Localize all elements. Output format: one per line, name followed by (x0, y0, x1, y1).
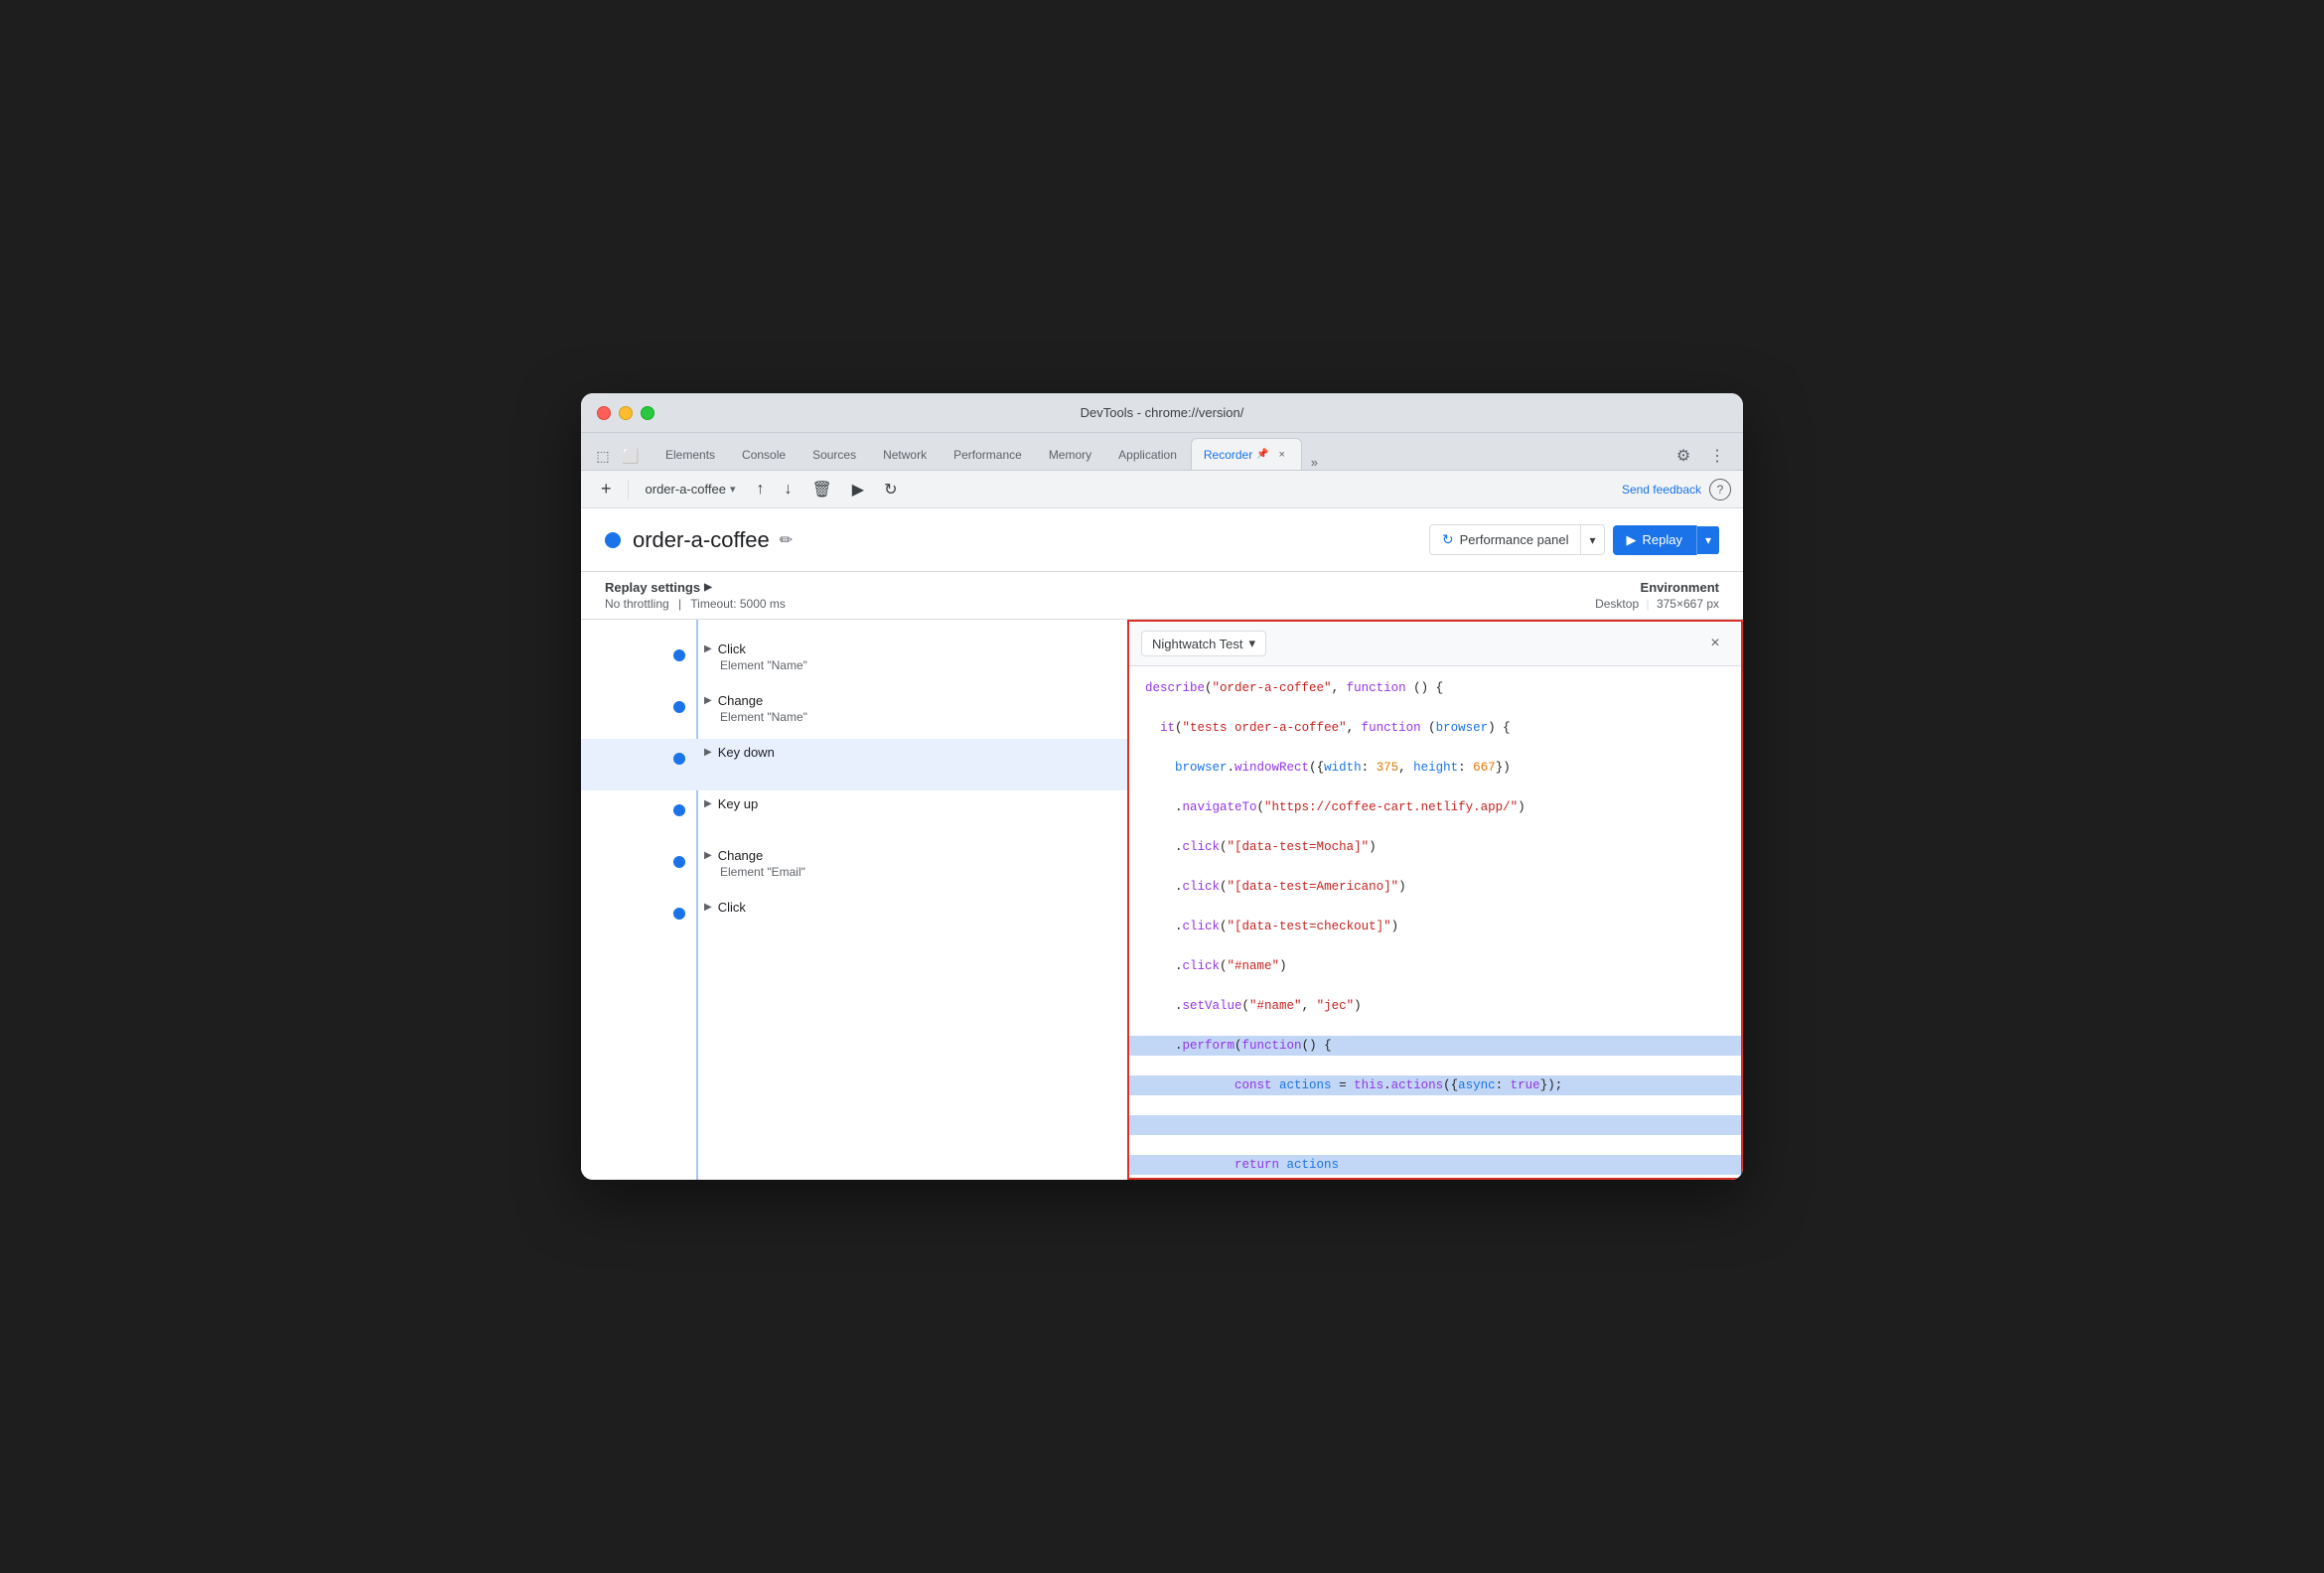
recording-header: order-a-coffee ✏ ↻ Performance panel ▾ ▶… (581, 508, 1743, 572)
step-1-chevron: ▶ (704, 644, 712, 654)
recorder-close-icon[interactable]: × (1275, 448, 1289, 462)
tab-performance[interactable]: Performance (941, 438, 1035, 470)
step-4-chevron: ▶ (704, 798, 712, 809)
code-format-dropdown-icon: ▾ (1249, 636, 1256, 651)
new-recording-button[interactable]: + (593, 477, 620, 502)
step-5-chevron: ▶ (704, 850, 712, 861)
replay-button-group: ▶ Replay ▾ (1613, 525, 1720, 555)
code-panel-header: Nightwatch Test ▾ × (1129, 622, 1741, 666)
step-2-label: Change (718, 693, 764, 708)
delete-button[interactable]: 🗑 (803, 477, 839, 502)
env-size: 375×667 px (1657, 597, 1719, 611)
edit-title-icon[interactable]: ✏ (780, 530, 793, 550)
step-4-label: Key up (718, 796, 758, 811)
settings-separator: | (678, 597, 681, 611)
step-4-dot (673, 804, 685, 816)
recording-status-dot (605, 532, 621, 548)
step-5-label: Change (718, 848, 764, 863)
step-6-label: Click (718, 900, 746, 915)
close-traffic-light[interactable] (597, 406, 611, 420)
minimize-traffic-light[interactable] (619, 406, 633, 420)
step-3-label: Key down (718, 745, 775, 760)
recording-dropdown-icon: ▾ (730, 483, 736, 496)
step-1-dot (673, 649, 685, 661)
maximize-traffic-light[interactable] (641, 406, 654, 420)
replay-label: Replay (1643, 532, 1682, 547)
devtools-window: DevTools - chrome://version/ ⬚ ⬜ Element… (581, 393, 1743, 1180)
step-3-dot (673, 753, 685, 765)
step-2-chevron: ▶ (704, 695, 712, 706)
step-2-dot (673, 701, 685, 713)
settings-strip: Replay settings ▶ No throttling | Timeou… (581, 572, 1743, 620)
recorder-toolbar: + order-a-coffee ▾ ↑ ↓ 🗑 ▶ ↻ Send feedba… (581, 471, 1743, 508)
code-panel-close-button[interactable]: × (1701, 630, 1729, 657)
import-button[interactable]: ↓ (776, 477, 799, 502)
step-1-label: Click (718, 642, 746, 656)
device-icon[interactable]: ⬜ (617, 442, 645, 470)
window-title: DevTools - chrome://version/ (1081, 405, 1244, 420)
replay-settings-label[interactable]: Replay settings ▶ (605, 580, 1162, 595)
tab-application[interactable]: Application (1105, 438, 1190, 470)
tab-network[interactable]: Network (870, 438, 940, 470)
export-button[interactable]: ↑ (748, 477, 772, 502)
recording-name-selector[interactable]: order-a-coffee ▾ (637, 477, 745, 502)
perf-panel-label: Performance panel (1460, 532, 1569, 547)
more-tabs-icon[interactable]: » (1303, 455, 1326, 470)
steps-area: ▶ Click Element "Name" ⋮ ▶ (581, 620, 1743, 1180)
step-3-chevron: ▶ (704, 747, 712, 758)
no-throttling-value: No throttling (605, 597, 669, 611)
environment-value: Desktop | 375×667 px (1162, 597, 1719, 611)
help-button[interactable]: ? (1709, 479, 1731, 500)
step-5-dot (673, 856, 685, 868)
perf-panel-refresh-icon: ↻ (1442, 531, 1454, 548)
perf-panel-dropdown-icon[interactable]: ▾ (1581, 527, 1603, 553)
tab-recorder[interactable]: Recorder 📌 × (1191, 438, 1302, 470)
settings-icon[interactable]: ⚙ (1670, 442, 1697, 470)
tab-sources[interactable]: Sources (799, 438, 869, 470)
slow-replay-button[interactable]: ↻ (876, 477, 905, 502)
code-format-label: Nightwatch Test (1152, 637, 1243, 651)
recorder-pin-icon: 📌 (1256, 449, 1268, 460)
timeout-value: Timeout: 5000 ms (690, 597, 786, 611)
title-bar: DevTools - chrome://version/ (581, 393, 1743, 433)
recording-name-label: order-a-coffee (646, 482, 726, 497)
replay-main-button[interactable]: ▶ Replay (1613, 525, 1697, 555)
code-body[interactable]: describe("order-a-coffee", function () {… (1129, 666, 1741, 1178)
step-6-chevron: ▶ (704, 902, 712, 913)
recording-title: order-a-coffee (633, 527, 770, 553)
devtools-settings: ⚙ ⋮ (1666, 442, 1735, 470)
perf-panel-main-button[interactable]: ↻ Performance panel (1430, 525, 1582, 554)
traffic-lights (597, 406, 654, 420)
settings-chevron-icon: ▶ (704, 582, 712, 593)
tab-memory[interactable]: Memory (1036, 438, 1104, 470)
replay-play-icon: ▶ (1627, 532, 1637, 548)
code-panel: Nightwatch Test ▾ × describe("order-a-co… (1127, 620, 1743, 1180)
settings-values: No throttling | Timeout: 5000 ms (605, 597, 1162, 611)
inspect-icon[interactable]: ⬚ (589, 442, 617, 470)
step-6-dot (673, 908, 685, 920)
replay-dropdown-button[interactable]: ▾ (1697, 526, 1719, 554)
customize-icon[interactable]: ⋮ (1703, 442, 1731, 470)
environment-section: Environment Desktop | 375×667 px (1162, 580, 1719, 611)
tab-console[interactable]: Console (729, 438, 799, 470)
env-sep: | (1646, 597, 1649, 611)
performance-panel-button[interactable]: ↻ Performance panel ▾ (1429, 524, 1605, 555)
recorder-content: order-a-coffee ✏ ↻ Performance panel ▾ ▶… (581, 508, 1743, 1180)
play-button[interactable]: ▶ (844, 477, 872, 502)
tab-elements[interactable]: Elements (653, 438, 728, 470)
code-format-selector[interactable]: Nightwatch Test ▾ (1141, 631, 1266, 656)
replay-settings-section: Replay settings ▶ No throttling | Timeou… (605, 580, 1162, 611)
devtools-tab-bar: ⬚ ⬜ Elements Console Sources Network Per… (581, 433, 1743, 471)
send-feedback-link[interactable]: Send feedback (1618, 483, 1705, 497)
toolbar-divider-1 (628, 480, 629, 500)
environment-label: Environment (1162, 580, 1719, 595)
env-mode: Desktop (1595, 597, 1639, 611)
